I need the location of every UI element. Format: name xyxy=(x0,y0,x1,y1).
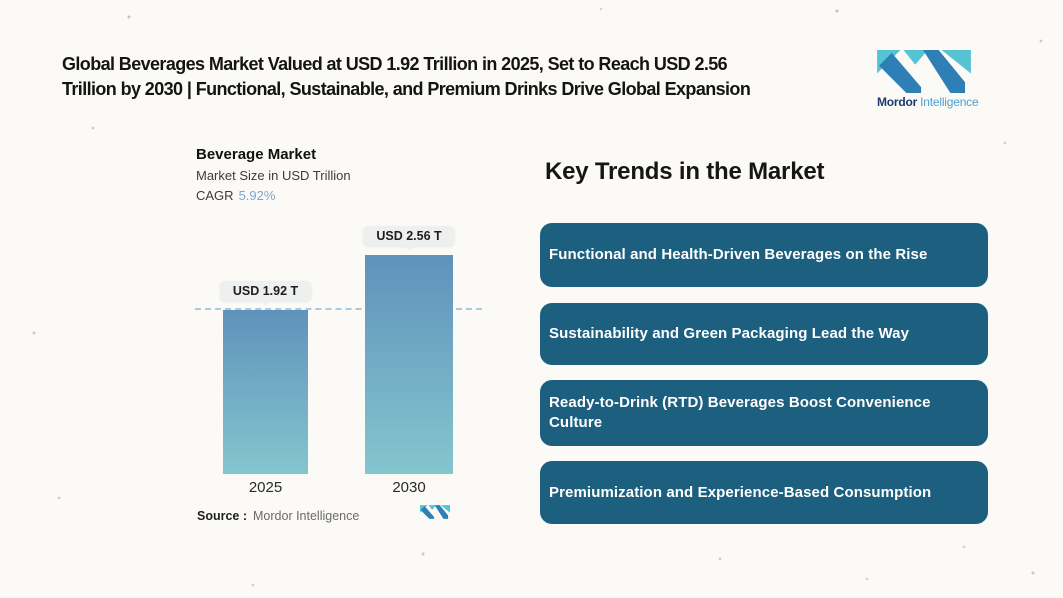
brand-name-bold: Mordor xyxy=(877,95,918,109)
background-speckles xyxy=(0,0,2,2)
bar-2030 xyxy=(365,255,453,474)
value-callout: USD 2.56 T xyxy=(363,226,455,246)
trends-heading: Key Trends in the Market xyxy=(545,158,825,185)
mordor-logomark-icon xyxy=(877,50,971,93)
bar-column-2025: USD 1.92 T 2025 xyxy=(219,0,312,598)
trend-card-sustainability: Sustainability and Green Packaging Lead … xyxy=(540,303,988,365)
brand-wordmark: Mordor Intelligence xyxy=(877,95,987,109)
brand-name-light: Intelligence xyxy=(920,95,979,109)
bar-2025 xyxy=(223,310,308,474)
year-label: 2030 xyxy=(392,479,426,496)
bar-column-2030: USD 2.56 T 2030 xyxy=(363,0,455,598)
infographic-canvas: Global Beverages Market Valued at USD 1.… xyxy=(0,0,1063,598)
value-callout: USD 1.92 T xyxy=(219,281,312,301)
trend-card-premiumization: Premiumization and Experience-Based Cons… xyxy=(540,461,988,524)
trend-card-functional: Functional and Health-Driven Beverages o… xyxy=(540,223,988,287)
trend-card-rtd: Ready-to-Drink (RTD) Beverages Boost Con… xyxy=(540,380,988,446)
year-label: 2025 xyxy=(248,479,283,496)
brand-logo: Mordor Intelligence xyxy=(877,50,987,109)
